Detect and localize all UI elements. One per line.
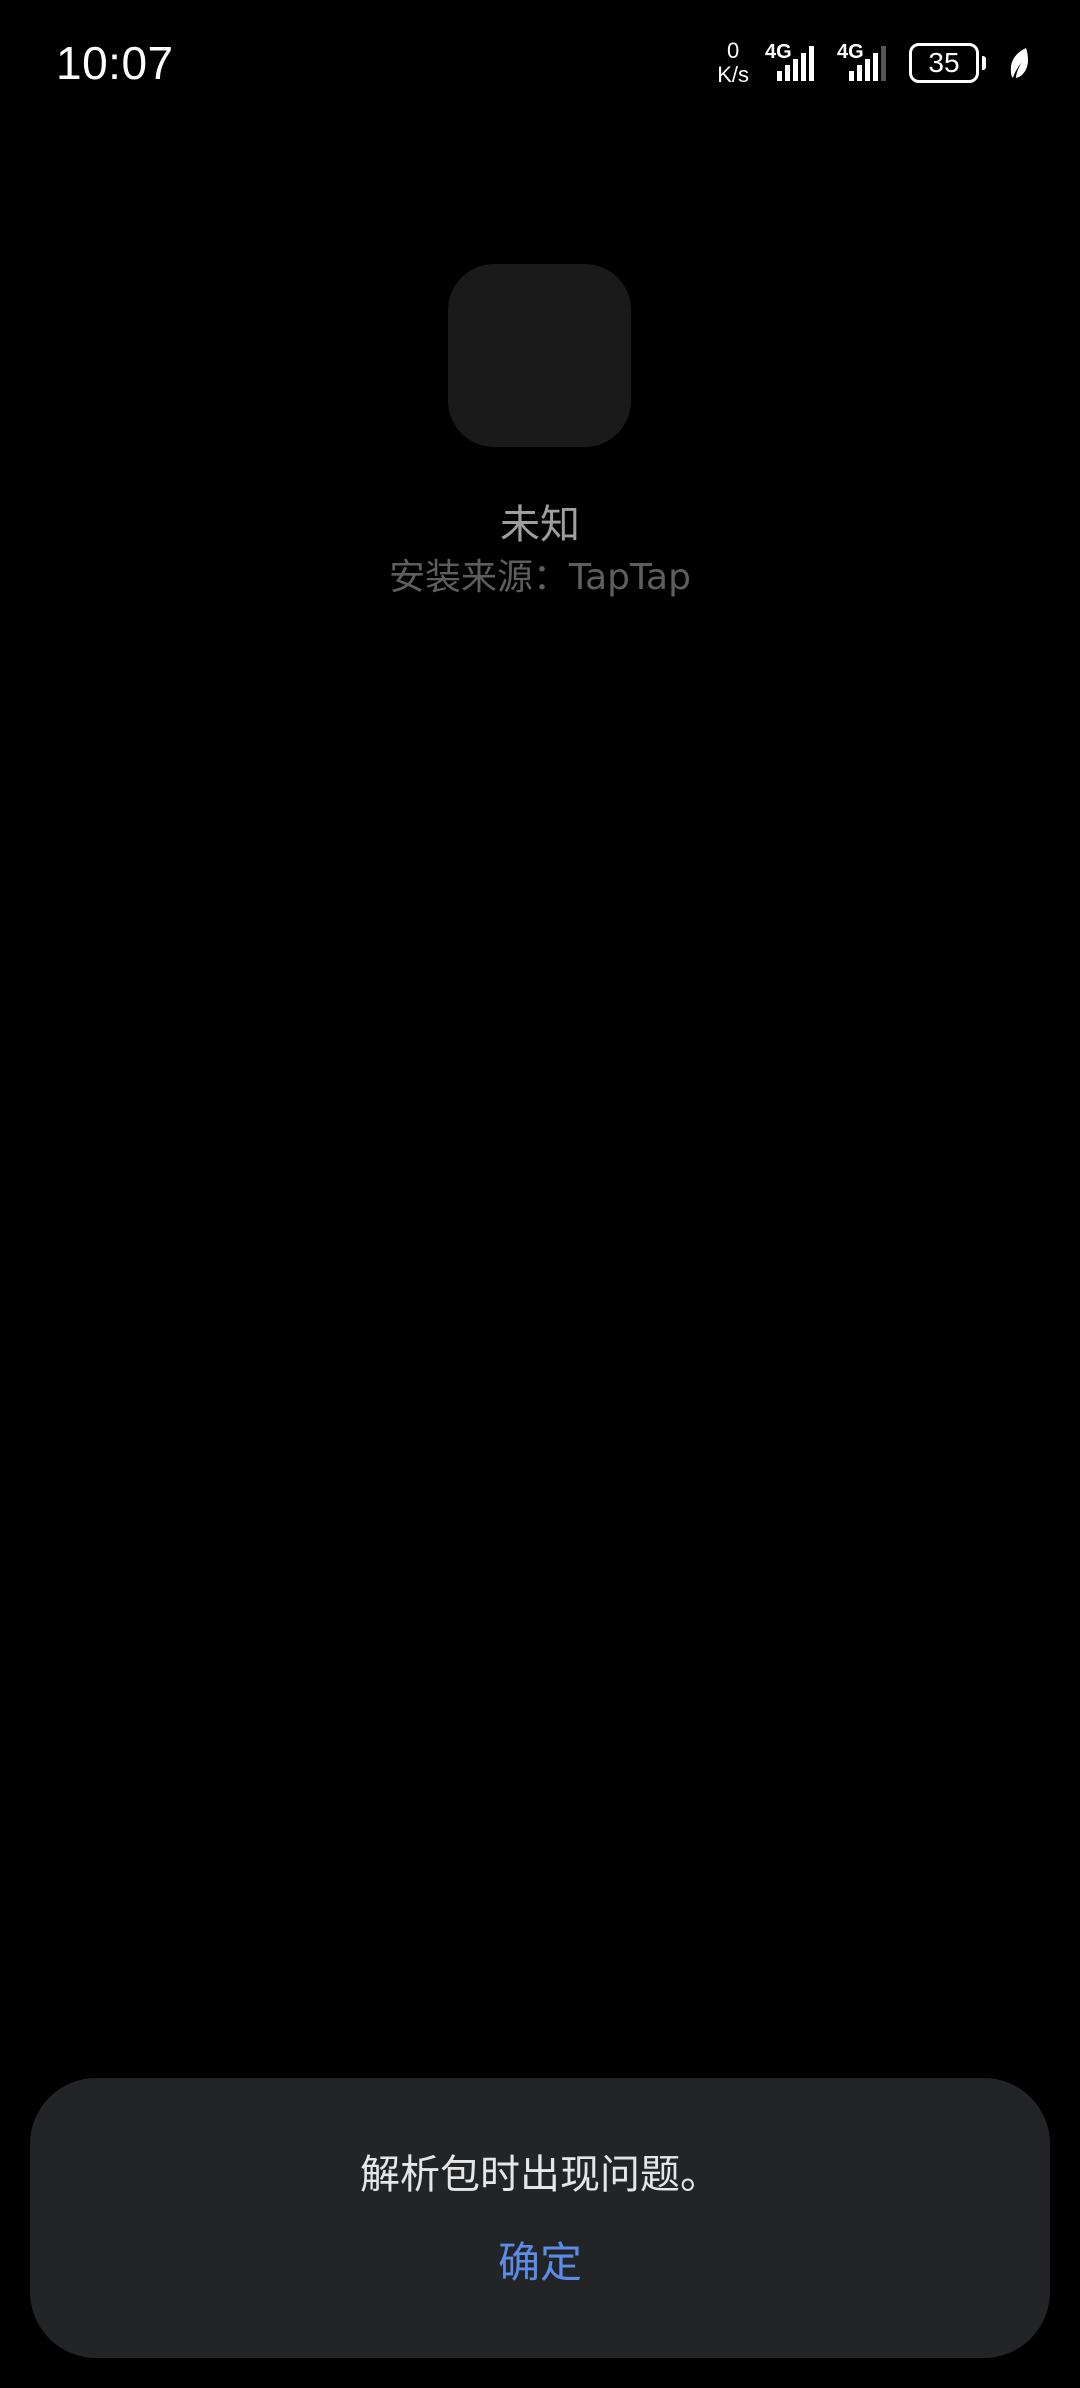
network-speed-unit: K/s <box>717 62 749 87</box>
status-icons: 0 K/s 4G 4G 35 <box>717 38 1030 88</box>
status-bar: 10:07 0 K/s 4G 4G 35 <box>0 0 1080 130</box>
sim2-signal-icon: 4G <box>837 41 893 85</box>
error-dialog: 解析包时出现问题。 确定 <box>30 2078 1050 2358</box>
battery-nub <box>982 56 986 70</box>
confirm-button[interactable]: 确定 <box>415 2228 665 2298</box>
dialog-message: 解析包时出现问题。 <box>360 2152 720 2198</box>
app-name: 未知 <box>500 502 580 548</box>
battery-icon: 35 <box>909 43 986 83</box>
battery-level: 35 <box>909 43 979 83</box>
network-speed: 0 K/s <box>717 40 749 86</box>
app-icon-placeholder <box>448 264 631 447</box>
sim1-signal-icon: 4G <box>765 41 821 85</box>
clock: 10:07 <box>56 37 174 89</box>
install-screen: 10:07 0 K/s 4G 4G 35 未知 安装来源：TapTap 解析包时… <box>0 0 1080 2388</box>
network-speed-value: 0 <box>726 38 740 63</box>
leaf-icon <box>1010 48 1028 78</box>
install-source: 安装来源：TapTap <box>389 557 691 598</box>
